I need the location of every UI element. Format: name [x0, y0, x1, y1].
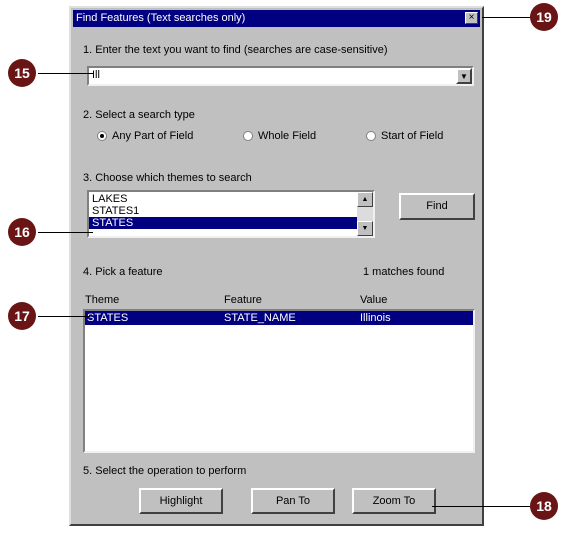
radio-unselected-icon — [366, 131, 376, 142]
callout-line-17 — [38, 316, 90, 317]
callout-line-15 — [38, 73, 93, 74]
result-row[interactable]: STATES STATE_NAME Illinois — [85, 311, 473, 325]
scroll-down-button[interactable]: ▼ — [357, 221, 373, 236]
themes-listbox[interactable]: LAKES STATES1 STATES ▲ ▼ — [87, 190, 375, 238]
radio-any-part-of-field[interactable]: Any Part of Field — [97, 130, 193, 142]
column-header-theme: Theme — [85, 294, 120, 306]
theme-item-states[interactable]: STATES — [89, 217, 357, 229]
callout-15: 15 — [8, 59, 36, 87]
title-bar: Find Features (Text searches only) × — [73, 10, 480, 27]
callout-line-18 — [432, 506, 532, 507]
radio-whole-field[interactable]: Whole Field — [243, 130, 316, 142]
results-list[interactable]: STATES STATE_NAME Illinois — [83, 309, 475, 453]
radio-unselected-icon — [243, 131, 253, 142]
window-title: Find Features (Text searches only) — [76, 12, 246, 24]
close-icon: × — [468, 12, 475, 23]
step4-label: 4. Pick a feature — [83, 266, 163, 278]
column-header-value: Value — [360, 294, 388, 306]
close-button[interactable]: × — [465, 12, 478, 24]
search-text-value: Ill — [92, 69, 100, 81]
search-text-dropdown-button[interactable]: ▼ — [456, 68, 472, 84]
theme-item-lakes[interactable]: LAKES — [89, 193, 357, 205]
chevron-down-icon: ▼ — [460, 72, 468, 81]
radio-selected-icon — [97, 131, 107, 142]
callout-17: 17 — [8, 302, 36, 330]
result-feature: STATE_NAME — [224, 312, 296, 324]
highlight-button[interactable]: Highlight — [139, 488, 223, 514]
callout-16: 16 — [8, 218, 36, 246]
column-header-feature: Feature — [224, 294, 262, 306]
radio-start-of-field[interactable]: Start of Field — [366, 130, 443, 142]
arrow-up-icon: ▲ — [361, 196, 369, 203]
step2-label: 2. Select a search type — [83, 109, 195, 121]
pan-to-button[interactable]: Pan To — [251, 488, 335, 514]
themes-scrollbar[interactable]: ▲ ▼ — [357, 192, 373, 236]
callout-line-16 — [38, 232, 93, 233]
callout-18: 18 — [530, 492, 558, 520]
callout-line-19 — [482, 17, 532, 18]
result-theme: STATES — [87, 312, 129, 324]
theme-item-states1[interactable]: STATES1 — [89, 205, 357, 217]
search-text-combobox[interactable]: Ill ▼ — [87, 66, 474, 86]
step1-label: 1. Enter the text you want to find (sear… — [83, 44, 388, 56]
find-features-dialog: Find Features (Text searches only) × 1. … — [69, 6, 484, 526]
radio-label: Whole Field — [258, 130, 317, 142]
arrow-down-icon: ▼ — [361, 225, 369, 232]
radio-label: Start of Field — [381, 130, 444, 142]
callout-19: 19 — [530, 3, 558, 31]
step5-label: 5. Select the operation to perform — [83, 465, 247, 477]
match-count: 1 matches found — [363, 266, 445, 278]
result-value: Illinois — [360, 312, 391, 324]
zoom-to-button[interactable]: Zoom To — [352, 488, 436, 514]
radio-label: Any Part of Field — [112, 130, 194, 142]
scroll-up-button[interactable]: ▲ — [357, 192, 373, 207]
step3-label: 3. Choose which themes to search — [83, 172, 252, 184]
find-button[interactable]: Find — [399, 193, 475, 220]
